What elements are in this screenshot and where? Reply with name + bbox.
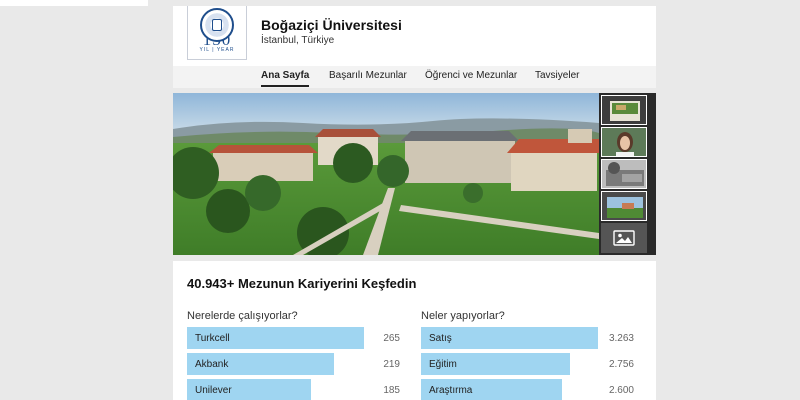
thumbnail-portrait[interactable] — [601, 127, 647, 157]
employer-name: Akbank — [195, 359, 229, 370]
campus-hero-image[interactable] — [173, 93, 599, 255]
thumbnail-campus[interactable] — [601, 95, 647, 125]
media-gallery — [173, 93, 656, 255]
function-name: Satış — [429, 333, 452, 344]
function-count: 2.756 — [608, 359, 634, 370]
functions-heading: Neler yapıyorlar? — [421, 310, 505, 322]
employer-count: 219 — [383, 359, 400, 370]
alumni-stats-title: 40.943+ Mezunun Kariyerini Keşfedin — [187, 276, 417, 291]
employers-heading: Nerelerde çalışıyorlar? — [187, 310, 298, 322]
university-seal-icon — [200, 8, 234, 42]
university-location: İstanbul, Türkiye — [261, 35, 335, 46]
employer-row[interactable]: Turkcell 265 — [187, 327, 400, 349]
employer-name: Unilever — [195, 385, 232, 396]
nav-tab-students-alumni[interactable]: Öğrenci ve Mezunlar — [425, 70, 517, 85]
top-strip — [0, 0, 148, 6]
page-container: 150 YIL | YEAR Boğaziçi Üniversitesi İst… — [173, 6, 656, 400]
employer-row[interactable]: Unilever 185 — [187, 379, 400, 400]
function-row[interactable]: Araştırma 2.600 — [421, 379, 634, 400]
employer-count: 185 — [383, 385, 400, 396]
alumni-stats-panel: 40.943+ Mezunun Kariyerini Keşfedin Nere… — [173, 261, 656, 400]
nav-tab-home[interactable]: Ana Sayfa — [261, 70, 310, 87]
function-name: Eğitim — [429, 359, 457, 370]
thumbnail-landscape[interactable] — [601, 191, 647, 221]
image-gallery-icon — [613, 230, 635, 246]
portrait-photo-icon — [602, 128, 646, 156]
media-thumbnails — [601, 95, 647, 253]
more-photos-button[interactable] — [601, 223, 647, 253]
university-logo[interactable]: 150 YIL | YEAR — [187, 6, 247, 60]
nav-tab-notable-alumni[interactable]: Başarılı Mezunlar — [329, 70, 407, 85]
nav-tab-recommendations[interactable]: Tavsiyeler — [535, 70, 579, 85]
thumbnail-historic[interactable] — [601, 159, 647, 189]
main-nav: Ana Sayfa Başarılı Mezunlar Öğrenci ve M… — [173, 66, 656, 88]
campus-photo-icon — [602, 96, 646, 124]
historic-photo-icon — [602, 160, 646, 188]
function-count: 2.600 — [608, 385, 634, 396]
landscape-photo-icon — [602, 192, 646, 220]
seal-emblem-icon — [212, 19, 222, 31]
function-name: Araştırma — [429, 385, 473, 396]
university-name[interactable]: Boğaziçi Üniversitesi — [261, 17, 402, 33]
logo-anniversary-subtitle: YIL | YEAR — [199, 47, 235, 53]
function-row[interactable]: Eğitim 2.756 — [421, 353, 634, 375]
profile-header: 150 YIL | YEAR Boğaziçi Üniversitesi İst… — [173, 6, 656, 88]
function-count: 3.263 — [608, 333, 634, 344]
function-row[interactable]: Satış 3.263 — [421, 327, 634, 349]
employer-count: 265 — [383, 333, 400, 344]
employer-name: Turkcell — [195, 333, 230, 344]
employer-row[interactable]: Akbank 219 — [187, 353, 400, 375]
